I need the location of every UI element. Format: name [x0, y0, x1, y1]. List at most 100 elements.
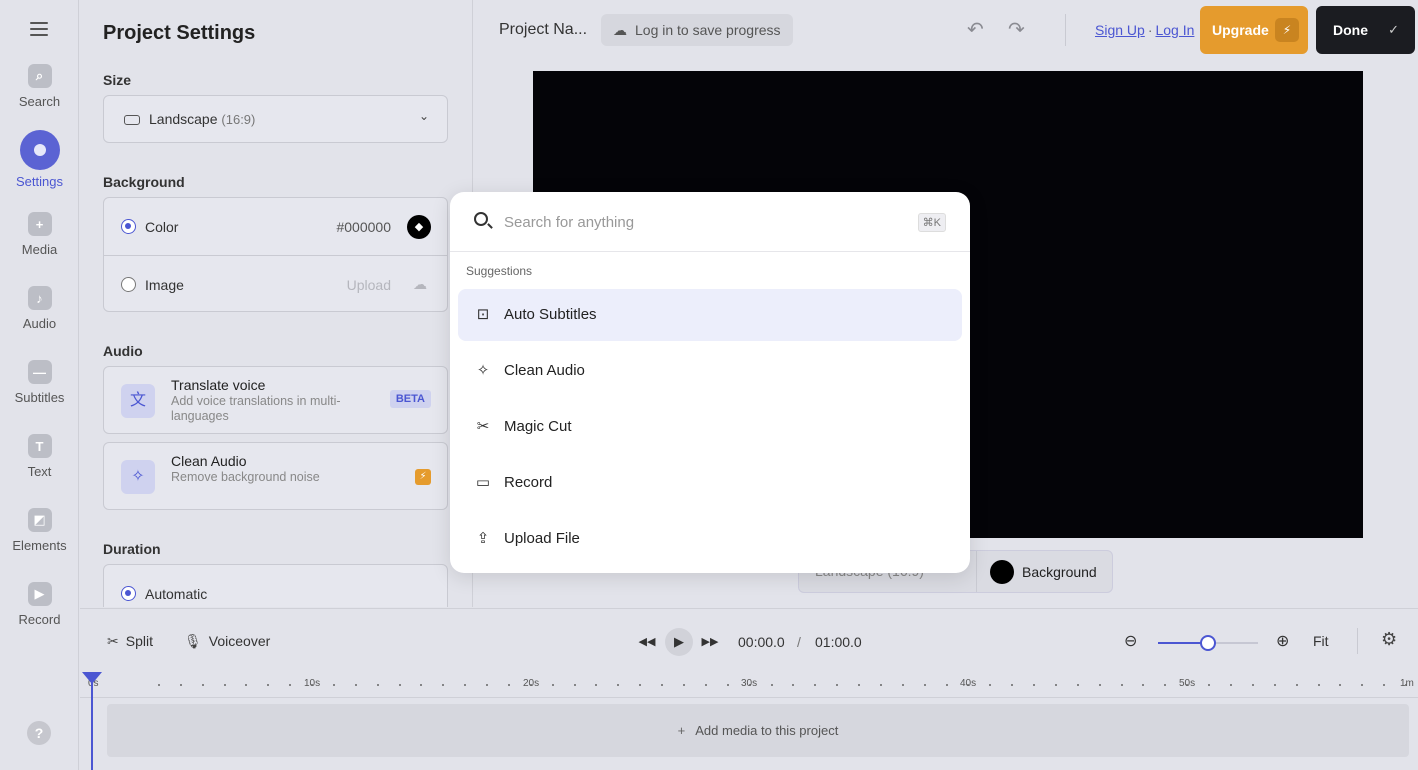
rail-item-audio[interactable]: ♪ Audio	[0, 286, 79, 331]
suggestion-auto-subtitles[interactable]: ⊡ Auto Subtitles	[458, 289, 962, 341]
color-radio[interactable]	[121, 219, 136, 234]
automatic-radio[interactable]	[121, 586, 136, 601]
aspect-ratio-icon	[124, 115, 140, 125]
zoom-in-icon[interactable]: ⊕	[1276, 631, 1289, 651]
ruler-tick	[399, 684, 401, 686]
search-popup: ⌘K Suggestions ⊡ Auto Subtitles ✧ Clean …	[450, 192, 970, 573]
ruler-tick	[1033, 684, 1035, 686]
gear-icon[interactable]: ⚙	[1381, 629, 1397, 650]
done-button[interactable]: Done ✓	[1316, 6, 1415, 54]
rail-item-elements[interactable]: ◩ Elements	[0, 508, 79, 553]
upgrade-button[interactable]: Upgrade ⚡	[1200, 6, 1308, 54]
suggestion-label: Upload File	[504, 530, 580, 547]
ruler-tick	[595, 684, 597, 686]
background-color-swatch[interactable]	[990, 560, 1014, 584]
color-picker-icon[interactable]: ◆	[407, 215, 431, 239]
timeline-toolbar: ✂ Split 🎙 Voiceover ◀◀ ▶ ▶▶ 00:00.0 / 01:0…	[80, 608, 1418, 674]
ruler-tick	[1339, 684, 1341, 686]
hamburger-menu-icon[interactable]	[30, 22, 48, 38]
background-options: Color #000000 ◆ Image Upload ☁	[103, 197, 448, 312]
ruler-tick	[1121, 684, 1123, 686]
suggestion-label: Magic Cut	[504, 418, 572, 435]
rail-item-media[interactable]: + Media	[0, 212, 79, 257]
chevron-down-icon: ⌄	[418, 109, 429, 123]
project-settings-panel: Project Settings Size Landscape (16:9) ⌄…	[80, 0, 473, 607]
help-icon[interactable]: ?	[27, 721, 51, 745]
background-image-option[interactable]: Image Upload ☁	[104, 255, 447, 312]
ruler-tick	[1142, 684, 1144, 686]
zoom-out-icon[interactable]: ⊖	[1124, 631, 1137, 651]
ruler-tick	[836, 684, 838, 686]
rail-item-search[interactable]: ⌕ Search	[0, 64, 79, 109]
elements-icon: ◩	[27, 508, 52, 532]
login-to-save-button[interactable]: ☁ Log in to save progress	[601, 14, 793, 46]
cloud-upload-icon[interactable]: ☁	[413, 276, 427, 293]
voiceover-button[interactable]: 🎙 Voiceover	[184, 633, 270, 650]
ruler-tick	[1186, 684, 1188, 686]
suggestion-magic-cut[interactable]: ✂ Magic Cut	[458, 401, 962, 453]
rail-item-settings[interactable]: Settings	[0, 130, 79, 189]
divider	[976, 551, 977, 592]
sparkle-icon: ✧	[121, 460, 155, 494]
duration-automatic-option[interactable]: Automatic	[104, 565, 447, 607]
upload-link[interactable]: Upload	[347, 277, 391, 293]
translate-icon: 文	[121, 384, 155, 418]
size-ratio: (16:9)	[221, 112, 256, 127]
ruler-tick	[1383, 684, 1385, 686]
media-icon: +	[27, 212, 52, 236]
premium-bolt-icon: ⚡	[415, 469, 431, 485]
color-hex-value[interactable]: #000000	[336, 219, 391, 235]
ruler-tick	[792, 684, 794, 686]
ruler-label: 1m	[1400, 678, 1414, 689]
fit-button[interactable]: Fit	[1313, 633, 1329, 649]
ruler-tick	[617, 684, 619, 686]
sign-up-link[interactable]: Sign Up	[1095, 22, 1145, 38]
suggestion-label: Clean Audio	[504, 362, 585, 379]
suggestion-clean-audio[interactable]: ✧ Clean Audio	[458, 345, 962, 397]
clean-audio-card[interactable]: ✧ Clean Audio Remove background noise ⚡	[103, 442, 448, 510]
playhead-line[interactable]	[91, 680, 93, 770]
ruler-tick	[508, 684, 510, 686]
log-in-link[interactable]: Log In	[1155, 22, 1194, 38]
redo-icon[interactable]: ↷	[1008, 17, 1025, 42]
ruler-tick	[1274, 684, 1276, 686]
rail-item-subtitles[interactable]: — Subtitles	[0, 360, 79, 405]
rail-item-record[interactable]: ▶ Record	[0, 582, 79, 627]
undo-icon[interactable]: ↶	[967, 17, 984, 42]
search-input[interactable]	[504, 209, 884, 235]
add-media-track[interactable]: + Add media to this project	[107, 704, 1409, 757]
split-button[interactable]: ✂ Split	[107, 633, 153, 650]
ruler-tick	[967, 684, 969, 686]
image-radio[interactable]	[121, 277, 136, 292]
zoom-slider[interactable]	[1158, 635, 1258, 651]
panel-title: Project Settings	[103, 22, 256, 44]
zoom-slider-handle[interactable]	[1200, 635, 1216, 651]
rewind-icon[interactable]: ◀◀	[635, 631, 659, 653]
done-label: Done	[1333, 22, 1368, 38]
ruler-tick	[464, 684, 466, 686]
sparkle-icon: ✧	[476, 362, 490, 379]
ruler-tick	[639, 684, 641, 686]
translate-title: Translate voice	[171, 377, 266, 393]
fast-forward-icon[interactable]: ▶▶	[698, 631, 722, 653]
translate-voice-card[interactable]: 文 Translate voice Add voice translations…	[103, 366, 448, 434]
rail-item-text[interactable]: T Text	[0, 434, 79, 479]
background-color-option[interactable]: Color #000000 ◆	[104, 198, 447, 255]
cloud-off-icon: ☁	[613, 22, 627, 38]
suggestion-record[interactable]: ▭ Record	[458, 457, 962, 509]
background-section-label: Background	[103, 174, 185, 190]
canvas-background-button[interactable]: Background	[1022, 564, 1097, 580]
play-icon[interactable]: ▶	[665, 628, 693, 656]
rail-label: Record	[18, 612, 61, 627]
voiceover-label: Voiceover	[208, 633, 271, 649]
suggestion-upload-file[interactable]: ⇪ Upload File	[458, 513, 962, 565]
ruler-tick	[442, 684, 444, 686]
ruler-tick	[902, 684, 904, 686]
ruler-tick	[1318, 684, 1320, 686]
auth-separator: ·	[1147, 22, 1153, 38]
timeline-ruler[interactable]: 0s 10s 20s 30s 40s 50s 1m	[80, 674, 1418, 698]
rail-label: Settings	[16, 174, 63, 189]
size-dropdown[interactable]: Landscape (16:9) ⌄	[103, 95, 448, 143]
image-label: Image	[145, 277, 184, 293]
project-name[interactable]: Project Na...	[499, 21, 587, 39]
